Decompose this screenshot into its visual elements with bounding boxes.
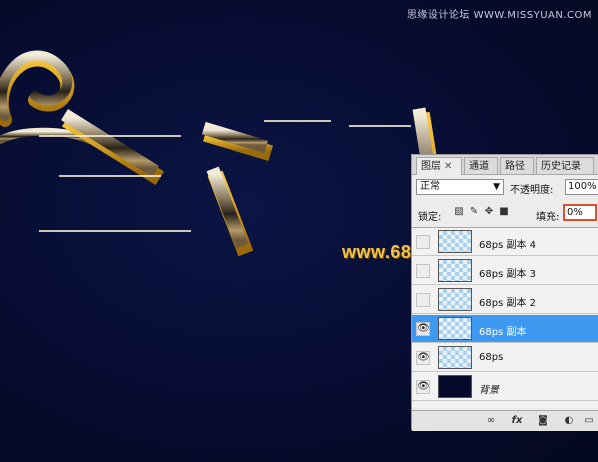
watermark-text: 思缘设计论坛 WWW.MISSYUAN.COM (406, 10, 592, 21)
blend-mode-value: 正常 (420, 181, 440, 192)
layer-name: 68ps (479, 352, 504, 363)
visibility-toggle[interactable] (416, 293, 430, 307)
layer-row-copy4[interactable]: 68ps 副本 4 (412, 228, 598, 256)
lock-label: 锁定: (418, 212, 442, 223)
layer-row-background[interactable]: 👁 背景 (412, 373, 598, 401)
link-icon[interactable]: ∞ (484, 415, 498, 427)
layer-thumbnail (438, 288, 472, 311)
layer-name: 68ps 副本 4 (479, 240, 537, 251)
lock-all-icon[interactable]: ■ (499, 207, 509, 217)
visibility-toggle[interactable] (416, 235, 430, 249)
layer-name: 68ps 副本 3 (479, 269, 537, 280)
layer-thumbnail (438, 346, 472, 369)
fill-label: 填充: (536, 212, 560, 223)
opacity-field[interactable]: 100% (565, 179, 598, 195)
layer-name: 68ps 副本 2 (479, 298, 537, 309)
tab-history[interactable]: 历史记录 (536, 157, 594, 174)
tab-channels-label: 通道 (469, 161, 489, 172)
eye-icon[interactable]: 👁 (416, 380, 430, 394)
layer-row-copy3[interactable]: 68ps 副本 3 (412, 257, 598, 285)
lock-move-icon[interactable]: ✥ (484, 207, 494, 217)
layer-thumbnail (438, 230, 472, 253)
layer-thumbnail (438, 259, 472, 282)
tab-channels[interactable]: 通道 (464, 157, 498, 174)
fill-field[interactable]: 0% (563, 204, 597, 221)
adjustment-icon[interactable]: ◐ (562, 415, 576, 427)
fx-icon[interactable]: fx (510, 415, 524, 427)
eye-icon[interactable]: 👁 (416, 351, 430, 365)
tab-layers[interactable]: 图层 ✕ (416, 157, 462, 175)
layers-panel: 图层 ✕ 通道 路径 历史记录 正常 ▼ 不透明度: 100% 锁定: ▨ ✎ ✥… (411, 154, 598, 431)
mask-icon[interactable]: ◙ (536, 415, 550, 427)
tab-history-label: 历史记录 (541, 161, 581, 172)
close-icon[interactable]: ✕ (444, 161, 452, 172)
lock-transparent-icon[interactable]: ▨ (454, 207, 464, 217)
layer-thumbnail (438, 375, 472, 398)
chevron-down-icon: ▼ (493, 182, 500, 192)
lock-row: 锁定: ▨ ✎ ✥ ■ 填充: 0% (416, 204, 597, 223)
opacity-label: 不透明度: (510, 185, 554, 196)
lock-brush-icon[interactable]: ✎ (469, 207, 479, 217)
blend-mode-select[interactable]: 正常 ▼ (416, 179, 504, 195)
blend-row: 正常 ▼ 不透明度: 100% (416, 179, 598, 197)
eye-icon[interactable]: 👁 (416, 322, 430, 336)
layer-row-copy2[interactable]: 68ps 副本 2 (412, 286, 598, 314)
visibility-toggle[interactable] (416, 264, 430, 278)
panel-tabs: 图层 ✕ 通道 路径 历史记录 (412, 155, 598, 175)
layer-row-copy[interactable]: 👁 68ps 副本 (412, 315, 598, 343)
layer-name: 背景 (479, 385, 499, 396)
layer-name: 68ps 副本 (479, 327, 527, 338)
group-icon[interactable]: ▭ (582, 415, 596, 427)
layer-row-68ps[interactable]: 👁 68ps (412, 344, 598, 372)
panel-bottom-bar: ∞ fx ◙ ◐ ▭ (412, 410, 598, 431)
tab-paths[interactable]: 路径 (500, 157, 534, 174)
layer-thumbnail (438, 317, 472, 340)
tab-paths-label: 路径 (505, 161, 525, 172)
layers-list: 68ps 副本 4 68ps 副本 3 68ps 副本 2 👁 68ps 副本 … (412, 227, 598, 408)
tab-layers-label: 图层 (421, 161, 441, 172)
